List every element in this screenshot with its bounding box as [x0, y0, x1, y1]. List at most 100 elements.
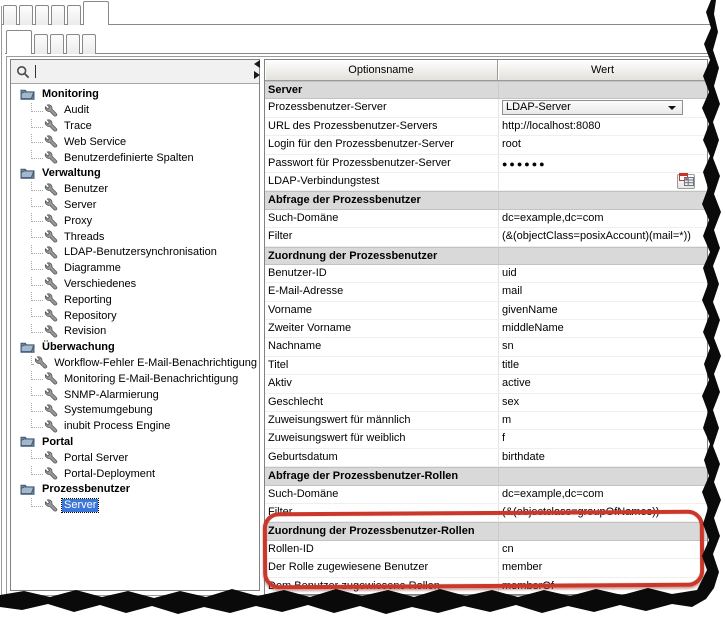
sidebar-item-portal[interactable]: Portal — [11, 435, 259, 451]
sidebar-item-monitoring-e-mail-benachrichtigung[interactable]: Monitoring E-Mail-Benachrichtigung — [11, 371, 259, 387]
tab-modul-editor[interactable] — [19, 5, 33, 25]
splitter-collapse-left-icon[interactable] — [254, 60, 260, 68]
sidebar-item-proxy[interactable]: Proxy — [11, 213, 259, 229]
sidebar-item-server[interactable]: Server — [11, 198, 259, 214]
option-row-zuweisungswert-für-männlich: Zuweisungswert für männlich m — [265, 412, 707, 430]
option-row-e-mail-adresse: E-Mail-Adresse mail — [265, 283, 707, 301]
section-row-abfrage-der-prozessbenutzer: Abfrage der Prozessbenutzer — [265, 191, 707, 209]
option-value[interactable]: cn — [498, 541, 707, 558]
wrench-icon — [44, 183, 59, 197]
sidebar-item-reporting[interactable]: Reporting — [11, 292, 259, 308]
option-value[interactable]: (&(objectclass=groupOfNames)) — [498, 504, 707, 521]
option-value — [498, 173, 707, 190]
options-table: Optionsname Wert Server Prozessbenutzer-… — [264, 59, 708, 595]
section-title: Zuordnung der Prozessbenutzer-Rollen — [265, 523, 498, 539]
option-value[interactable]: m — [498, 412, 707, 429]
option-value[interactable]: birthdate — [498, 449, 707, 466]
column-header-optionsname[interactable]: Optionsname — [265, 60, 498, 81]
option-value[interactable]: uid — [498, 265, 707, 282]
option-name: Benutzer-ID — [265, 265, 498, 282]
sidebar-item-threads[interactable]: Threads — [11, 229, 259, 245]
sidebar-item-monitoring[interactable]: Monitoring — [11, 87, 259, 103]
sidebar-item-inubit-process-engine[interactable]: inubit Process Engine — [11, 419, 259, 435]
option-value[interactable]: root — [498, 136, 707, 153]
sidebar-item-audit[interactable]: Audit — [11, 103, 259, 119]
wrench-icon — [44, 420, 59, 434]
splitter-expand-right-icon[interactable] — [254, 71, 260, 79]
option-value[interactable]: memberOf — [498, 578, 707, 595]
wrench-icon — [44, 467, 59, 481]
tab-konfiguration[interactable] — [83, 1, 109, 25]
wrench-icon — [44, 404, 59, 418]
option-value[interactable]: givenName — [498, 302, 707, 319]
sidebar-item-ldap-benutzersynchronisation[interactable]: LDAP-Benutzersynchronisation — [11, 245, 259, 261]
option-row-rollen-id: Rollen-ID cn — [265, 541, 707, 559]
sidebar-item-verwaltung[interactable]: Verwaltung — [11, 166, 259, 182]
tree-group-label: Portal — [40, 436, 75, 449]
wrench-icon — [34, 356, 49, 370]
sidebar-item-web-service[interactable]: Web Service — [11, 134, 259, 150]
sidebar-item-workflow-fehler-e-mail-benachrichtigung[interactable]: Workflow-Fehler E-Mail-Benachrichtigung — [11, 356, 259, 372]
tab-metadaten-manager[interactable] — [82, 34, 96, 54]
tree-connector — [31, 229, 43, 238]
sidebar-item-server[interactable]: Server — [11, 498, 259, 514]
option-value[interactable]: member — [498, 559, 707, 576]
option-value[interactable]: sex — [498, 394, 707, 411]
tree-group-label: Überwachung — [40, 341, 117, 354]
tab-allgemeine-einstellungen[interactable] — [6, 30, 32, 54]
sidebar-item-verschiedenes[interactable]: Verschiedenes — [11, 277, 259, 293]
tab-designer[interactable] — [3, 5, 17, 25]
column-header-wert[interactable]: Wert — [498, 60, 707, 81]
option-row-zweiter-vorname: Zweiter Vorname middleName — [265, 320, 707, 338]
sidebar-item-portal-deployment[interactable]: Portal-Deployment — [11, 466, 259, 482]
section-title: Abfrage der Prozessbenutzer-Rollen — [265, 468, 498, 484]
tree-connector — [31, 498, 43, 507]
tree-item-label: Audit — [62, 104, 91, 117]
tree-item-label: Portal-Deployment — [62, 468, 157, 481]
sidebar-item-prozessbenutzer[interactable]: Prozessbenutzer — [11, 482, 259, 498]
main-tab-bar — [3, 1, 111, 25]
option-value[interactable]: dc=example,dc=com — [498, 486, 707, 503]
option-name: Such-Domäne — [265, 486, 498, 503]
password-value[interactable]: ●●●●●● — [498, 155, 707, 172]
sidebar-item-snmp-alarmierung[interactable]: SNMP-Alarmierung — [11, 387, 259, 403]
option-value[interactable]: active — [498, 375, 707, 392]
option-value[interactable]: title — [498, 357, 707, 374]
option-value[interactable]: dc=example,dc=com — [498, 210, 707, 227]
option-row-titel: Titel title — [265, 357, 707, 375]
tab-benutzerrollen[interactable] — [50, 34, 64, 54]
option-value[interactable]: http://localhost:8080 — [498, 118, 707, 135]
tree-filter-input[interactable] — [36, 63, 259, 81]
option-row-der-rolle-zugewiesene-benutzer: Der Rolle zugewiesene Benutzer member — [265, 559, 707, 577]
option-value[interactable]: mail — [498, 283, 707, 300]
option-value[interactable]: (&(objectClass=posixAccount)(mail=*)) — [498, 228, 707, 245]
tree-item-label: SNMP-Alarmierung — [62, 389, 161, 402]
tab-user-manager[interactable] — [34, 34, 48, 54]
sidebar-item-überwachung[interactable]: Überwachung — [11, 340, 259, 356]
tab-reporting[interactable] — [51, 5, 65, 25]
option-value[interactable]: f — [498, 430, 707, 447]
option-name: Zweiter Vorname — [265, 320, 498, 337]
section-value-spacer — [498, 248, 707, 264]
sidebar-item-benutzer[interactable]: Benutzer — [11, 182, 259, 198]
option-name: Der Rolle zugewiesene Benutzer — [265, 559, 498, 576]
sidebar-item-benutzerdefinierte-spalten[interactable]: Benutzerdefinierte Spalten — [11, 150, 259, 166]
sidebar-item-systemumgebung[interactable]: Systemumgebung — [11, 403, 259, 419]
sidebar-item-revision[interactable]: Revision — [11, 324, 259, 340]
tree-item-label: Diagramme — [62, 262, 123, 275]
option-value[interactable]: middleName — [498, 320, 707, 337]
tab-prozessrollen[interactable] — [66, 34, 80, 54]
prozessbenutzer-server-combobox[interactable]: LDAP-Server — [502, 100, 683, 115]
tab-repository[interactable] — [35, 5, 49, 25]
sidebar-item-trace[interactable]: Trace — [11, 119, 259, 135]
option-value[interactable]: sn — [498, 338, 707, 355]
tree-connector — [31, 292, 43, 301]
tab-monitoring[interactable] — [67, 5, 81, 25]
ldap-connection-test-button[interactable] — [677, 174, 695, 189]
sidebar-item-portal-server[interactable]: Portal Server — [11, 450, 259, 466]
sidebar-item-diagramme[interactable]: Diagramme — [11, 261, 259, 277]
sidebar-item-repository[interactable]: Repository — [11, 308, 259, 324]
options-table-header: Optionsname Wert — [265, 60, 707, 81]
tree-item-label: Repository — [62, 310, 119, 323]
option-row-dem-benutzer-zugewiesene-rollen: Dem Benutzer zugewiesene Rollen memberOf — [265, 578, 707, 595]
